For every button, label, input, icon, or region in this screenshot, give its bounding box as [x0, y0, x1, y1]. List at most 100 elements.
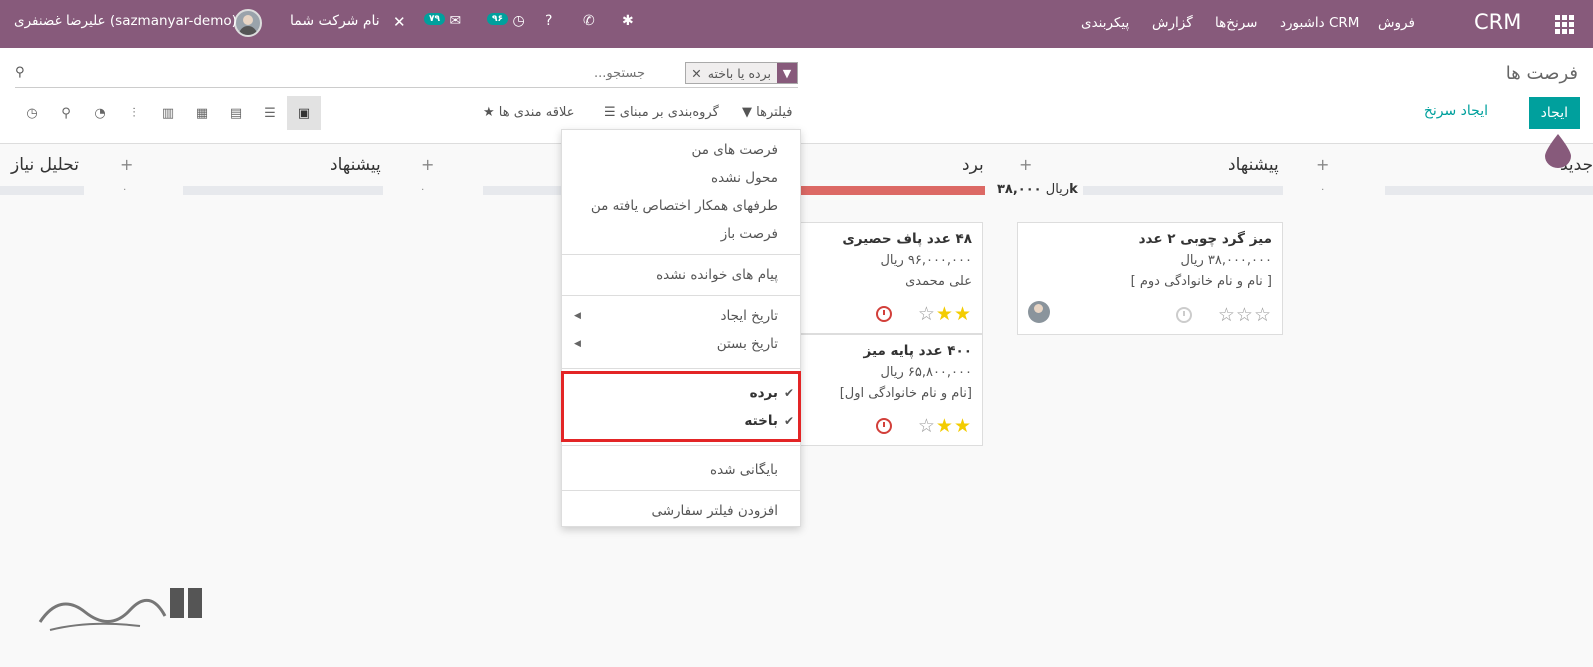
favorites-label: علاقه مندی ها: [498, 105, 575, 120]
add-to-column-icon[interactable]: +: [1019, 155, 1032, 174]
card-amount: ۳۸,۰۰۰,۰۰۰ ریال: [1180, 253, 1272, 268]
column-progress-qualification: [0, 186, 84, 195]
favorites-star-icon: ★: [483, 105, 495, 120]
create-button[interactable]: ایجاد: [1528, 97, 1580, 129]
phone-icon[interactable]: ✆: [583, 13, 595, 29]
graph-view-icon[interactable]: ▥: [151, 96, 185, 130]
page-title: فرصت ها: [1505, 63, 1578, 84]
add-to-column-icon[interactable]: +: [421, 155, 434, 174]
priority-stars[interactable]: ★★☆: [918, 303, 972, 325]
priority-stars[interactable]: ★★☆: [918, 415, 972, 437]
favorites-toggle[interactable]: ★ علاقه مندی ها: [483, 105, 574, 120]
filter-unassigned[interactable]: محول نشده: [562, 164, 800, 192]
caret-left-icon: ◀: [574, 339, 581, 349]
filter-open-opportunities[interactable]: فرصت باز: [562, 220, 800, 248]
menu-crm-dashboard[interactable]: داشبورد CRM: [1280, 15, 1359, 31]
dropdown-divider: [562, 368, 800, 369]
column-sum: ریال ۳۸,۰۰۰k: [997, 182, 1078, 197]
dropdown-divider: [562, 254, 800, 255]
column-progress-proposition-2: [483, 186, 563, 195]
column-title-proposition[interactable]: پیشنهاد: [1228, 155, 1279, 175]
column-count-new: ۰: [1320, 184, 1326, 195]
generate-leads-button[interactable]: ایجاد سرنخ: [1424, 103, 1488, 119]
column-title-qualification[interactable]: تحلیل نیاز: [11, 155, 79, 175]
kanban-card[interactable]: ۴۰۰ عدد پایه میز ۶۵,۸۰۰,۰۰۰ ریال [نام و …: [785, 334, 983, 446]
activities-menu[interactable]: ۹۶ ◷: [487, 13, 525, 29]
filter-funnel-icon: ▼: [742, 105, 752, 120]
card-footer: ☆☆☆: [1028, 301, 1272, 326]
groupby-bars-icon: ☰: [604, 105, 616, 120]
menu-configuration[interactable]: پیکربندی: [1081, 15, 1129, 31]
cohort-view-icon[interactable]: ⫶: [117, 96, 151, 130]
filter-unread-messages[interactable]: پیام های خوانده نشده: [562, 261, 800, 289]
dropdown-divider: [562, 295, 800, 296]
card-amount: ۹۶,۰۰۰,۰۰۰ ریال: [880, 253, 972, 268]
annotation-highlight-box: [561, 371, 801, 442]
card-partner: [نام و نام خانوادگی اول]: [839, 386, 972, 401]
clock-icon: ◷: [512, 13, 525, 29]
card-footer: ★★☆: [796, 303, 972, 325]
activity-clock-icon[interactable]: [876, 306, 892, 322]
filter-my-opportunities[interactable]: فرصت های من: [562, 136, 800, 164]
help-icon[interactable]: ?: [545, 13, 552, 29]
list-view-icon[interactable]: ☰: [253, 96, 287, 130]
add-to-column-icon[interactable]: +: [1316, 155, 1329, 174]
kanban-card[interactable]: میز گرد چوبی ۲ عدد ۳۸,۰۰۰,۰۰۰ ریال [ نام…: [1017, 222, 1283, 335]
menu-reporting[interactable]: گزارش: [1152, 15, 1193, 31]
tools-icon[interactable]: ✕: [393, 13, 406, 31]
filters-label: فیلترها: [756, 105, 793, 120]
activity-clock-icon[interactable]: [876, 418, 892, 434]
add-to-column-icon[interactable]: +: [120, 155, 133, 174]
app-brand[interactable]: CRM: [1474, 10, 1521, 34]
filter-closed-date[interactable]: تاریخ بستن ◀: [562, 330, 800, 358]
kanban-view-icon[interactable]: ▣: [287, 96, 321, 130]
search-input[interactable]: [45, 60, 645, 86]
card-amount: ۶۵,۸۰۰,۰۰۰ ریال: [880, 365, 972, 380]
user-menu[interactable]: علیرضا غضنفری (sazmanyar-demo): [14, 13, 237, 29]
debug-bug-icon[interactable]: ✱: [622, 13, 634, 29]
groupby-label: گروه‌بندی بر مبنای: [619, 105, 719, 120]
filter-creation-date[interactable]: تاریخ ایجاد ◀: [562, 302, 800, 330]
filters-toggle[interactable]: ▼ فیلترها: [742, 105, 793, 120]
activity-clock-icon[interactable]: [1176, 307, 1192, 323]
filter-facet-icon: ▼: [777, 63, 797, 83]
top-navbar: CRM فروش داشبورد CRM سرنخ‌ها گزارش پیکرب…: [0, 0, 1593, 48]
priority-stars[interactable]: ☆☆☆: [1218, 304, 1272, 326]
drop-marker-icon: [1545, 134, 1571, 168]
company-switcher[interactable]: نام شرکت شما: [290, 13, 380, 29]
filter-creation-date-label: تاریخ ایجاد: [720, 308, 778, 324]
column-progress-proposition-2b: [183, 186, 383, 195]
message-count-badge: ۷۹: [424, 13, 445, 25]
card-partner: علی محمدی: [905, 274, 972, 289]
kanban-card[interactable]: ۴۸ عدد پاف حصیری ۹۶,۰۰۰,۰۰۰ ریال علی محم…: [785, 222, 983, 334]
menu-leads[interactable]: سرنخ‌ها: [1215, 15, 1257, 31]
add-custom-filter[interactable]: افزودن فیلتر سفارشی: [562, 497, 800, 525]
dashboard-view-icon[interactable]: ◔: [83, 96, 117, 130]
filter-closed-date-label: تاریخ بستن: [716, 336, 778, 352]
messaging-menu[interactable]: ۷۹ ✉: [424, 13, 461, 29]
user-avatar[interactable]: [234, 9, 262, 37]
facet-label: برده یا باخته: [707, 65, 771, 81]
search-facet: ▼ برده یا باخته ✕: [685, 62, 798, 84]
search-icon[interactable]: ⚲: [15, 65, 25, 80]
column-progress-won: [785, 186, 985, 195]
groupby-toggle[interactable]: ☰ گروه‌بندی بر مبنای: [604, 105, 719, 120]
column-count-qualification: ۰: [122, 184, 128, 195]
view-switcher: ◷ ⚲ ◔ ⫶ ▥ ▦ ▤ ☰ ▣: [15, 96, 321, 130]
column-progress-proposition: [1083, 186, 1283, 195]
map-view-icon[interactable]: ⚲: [49, 96, 83, 130]
apps-menu-icon[interactable]: [1555, 15, 1575, 35]
card-title: ۴۸ عدد پاف حصیری: [842, 231, 972, 247]
menu-sales[interactable]: فروش: [1378, 15, 1415, 31]
chat-icon: ✉: [449, 13, 462, 29]
pivot-view-icon[interactable]: ▦: [185, 96, 219, 130]
activity-view-icon[interactable]: ◷: [15, 96, 49, 130]
filter-archived[interactable]: بایگانی شده: [562, 456, 800, 484]
column-title-proposition-2[interactable]: پیشنهاد: [330, 155, 381, 175]
calendar-view-icon[interactable]: ▤: [219, 96, 253, 130]
dropdown-divider: [562, 445, 800, 446]
facet-remove-icon[interactable]: ✕: [686, 66, 701, 81]
watermark-logo: [38, 588, 202, 631]
column-title-won[interactable]: برد: [962, 155, 984, 175]
filter-my-assigned-partners[interactable]: طرفهای همکار اختصاص یافته من: [562, 192, 800, 220]
